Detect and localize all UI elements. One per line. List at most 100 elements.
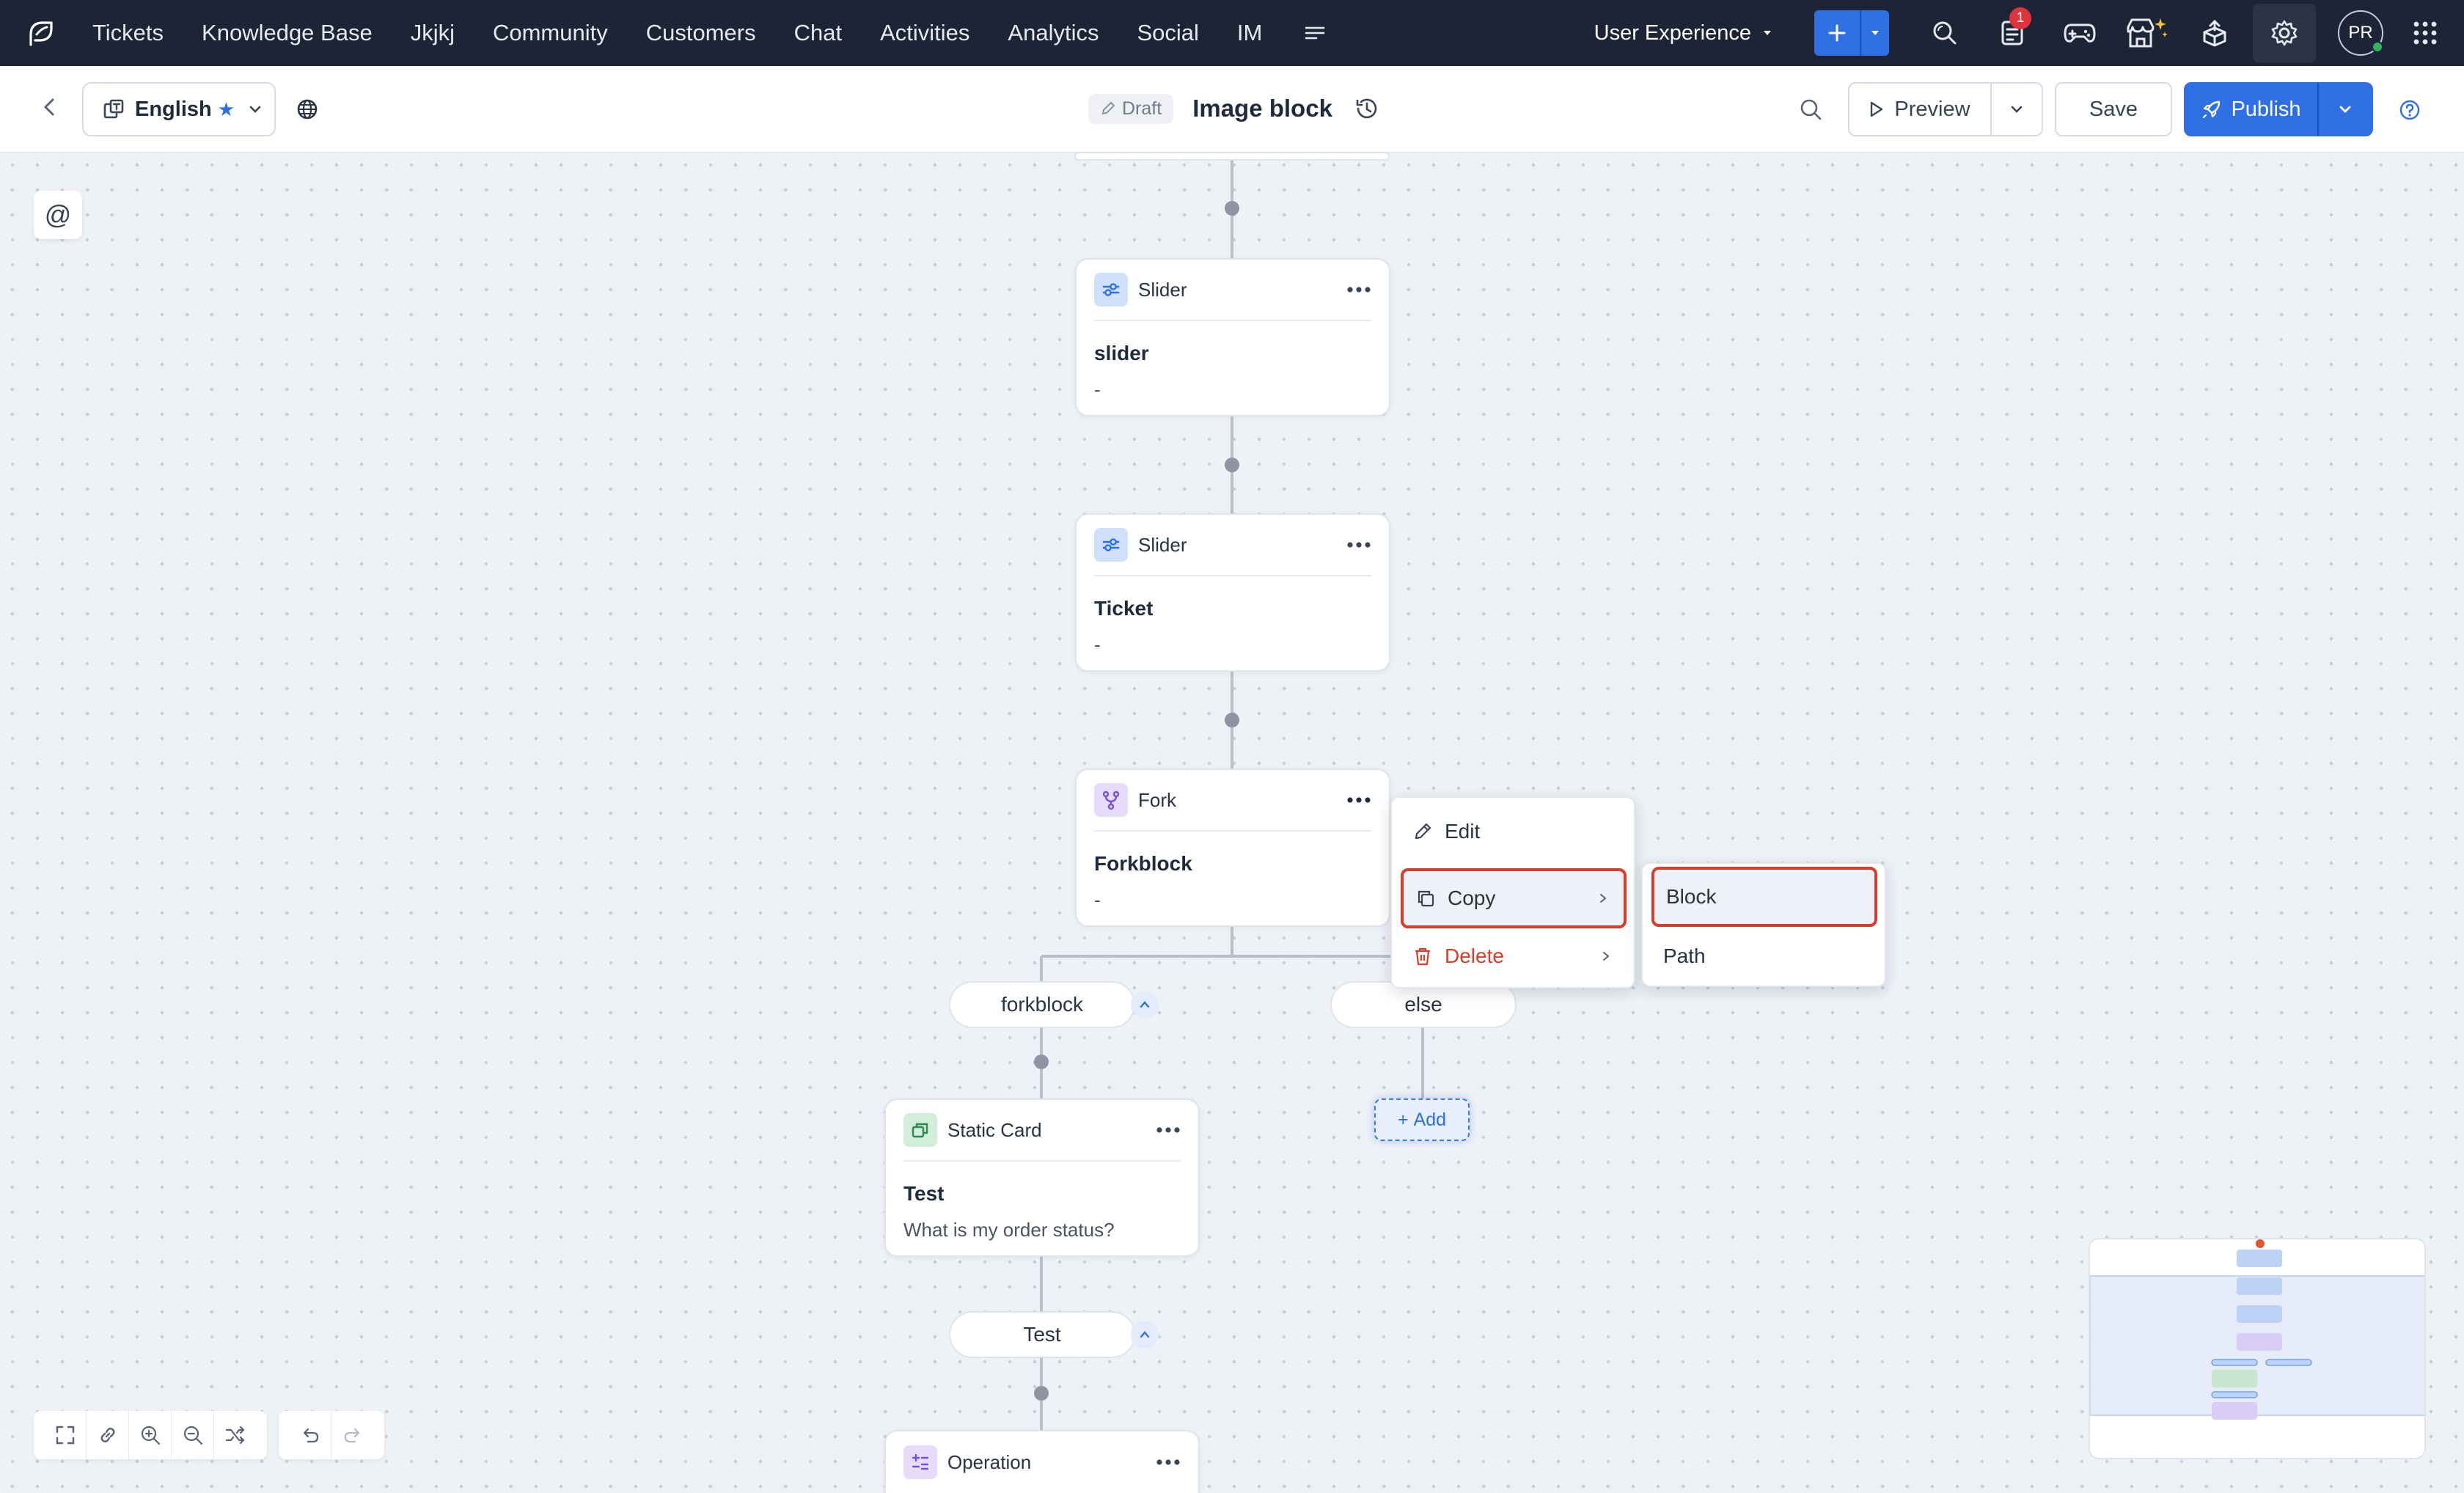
block-header: Operation (903, 1431, 1181, 1493)
flow-block-slider[interactable]: Slider Ticket - (1075, 513, 1390, 672)
block-subtitle: What is my order status? (903, 1219, 1115, 1241)
global-search-button[interactable] (1915, 0, 1974, 66)
search-icon[interactable] (1798, 97, 1823, 122)
nav-tab-chat[interactable]: Chat (794, 20, 842, 46)
menu-item-delete[interactable]: Delete (1401, 930, 1627, 983)
nav-tab-community[interactable]: Community (493, 20, 608, 46)
view-tools-group (34, 1411, 267, 1459)
nav-tab-social[interactable]: Social (1137, 20, 1198, 46)
more-options-icon[interactable] (1156, 1126, 1181, 1134)
redo-button[interactable] (331, 1411, 374, 1459)
expand-icon (56, 1426, 74, 1445)
menu-item-edit[interactable]: Edit (1401, 805, 1627, 858)
notification-badge: 1 (2009, 7, 2031, 29)
slider-icon (1094, 273, 1128, 307)
canvas-minimap[interactable] (2089, 1238, 2426, 1459)
user-avatar[interactable]: PR (2338, 10, 2383, 56)
page-title: Image block (1192, 95, 1332, 122)
block-name: slider (1094, 342, 1149, 364)
block-name: Ticket (1094, 597, 1154, 620)
app-grid-icon[interactable] (2413, 21, 2438, 45)
department-selector[interactable]: User Experience (1594, 21, 1773, 45)
nav-tab-jkjkj[interactable]: Jkjkj (411, 20, 455, 46)
chevron-down-icon (2011, 106, 2023, 113)
menu-item-label: Edit (1445, 820, 1481, 843)
nav-tab-im[interactable]: IM (1237, 20, 1262, 46)
zoom-in-button[interactable] (129, 1411, 172, 1459)
add-new-dropdown-button[interactable] (1860, 10, 1889, 56)
status-label: Draft (1122, 98, 1162, 119)
add-new-button[interactable] (1814, 10, 1860, 56)
publish-options-button[interactable] (2317, 82, 2373, 136)
flow-block-slider[interactable]: Slider slider - (1075, 258, 1390, 417)
minimap-preview (2090, 1239, 2424, 1420)
default-language-star-icon: ★ (217, 98, 235, 120)
publish-button[interactable]: Publish (2184, 82, 2319, 136)
more-tabs-icon[interactable] (1302, 20, 1328, 46)
settings-button[interactable] (2253, 4, 2316, 62)
help-icon[interactable] (2398, 98, 2421, 122)
menu-item-label: Block (1666, 885, 1717, 908)
block-header: Slider (1094, 515, 1371, 576)
package-upload-icon (2203, 19, 2226, 47)
nav-tab-knowledge-base[interactable]: Knowledge Base (202, 20, 373, 46)
globe-icon[interactable] (296, 98, 318, 120)
block-type-label: Fork (1138, 788, 1176, 811)
flow-block-fork[interactable]: Fork Forkblock - (1075, 768, 1390, 927)
block-type-label: Slider (1138, 278, 1187, 301)
link-icon (100, 1428, 114, 1442)
flow-block-operation[interactable]: Operation (884, 1430, 1200, 1493)
nav-tab-analytics[interactable]: Analytics (1008, 20, 1099, 46)
add-block-button[interactable]: + Add (1374, 1098, 1470, 1141)
collapse-branch-button[interactable] (1131, 1321, 1159, 1349)
more-options-icon[interactable] (1346, 286, 1371, 293)
apps-setup-button[interactable] (2185, 0, 2244, 66)
pencil-icon (1415, 823, 1431, 840)
submenu-item-path[interactable]: Path (1651, 930, 1877, 983)
more-options-icon[interactable] (1346, 541, 1371, 549)
block-name: Forkblock (1094, 852, 1192, 875)
preview-label: Preview (1894, 97, 1970, 121)
static-card-icon (903, 1113, 937, 1147)
rocket-icon (2203, 100, 2221, 119)
save-button[interactable]: Save (2055, 82, 2172, 136)
auto-arrange-button[interactable] (214, 1411, 257, 1459)
branch-path-test[interactable]: Test (949, 1311, 1135, 1358)
online-status-dot (2372, 41, 2383, 53)
more-options-icon[interactable] (1346, 796, 1371, 804)
flow-block-static-card[interactable]: Static Card Test What is my order status… (884, 1098, 1200, 1257)
history-tools-group (279, 1411, 384, 1459)
chevron-down-icon (249, 106, 261, 113)
zoom-out-button[interactable] (172, 1411, 214, 1459)
nav-tab-customers[interactable]: Customers (646, 20, 756, 46)
notifications-button[interactable]: 1 (1983, 0, 2042, 66)
back-arrow-icon[interactable] (38, 95, 62, 119)
link-button[interactable] (87, 1411, 129, 1459)
submenu-item-block[interactable]: Block (1651, 867, 1877, 927)
marketplace-button[interactable] (2118, 0, 2177, 66)
undo-button[interactable] (289, 1411, 331, 1459)
more-options-icon[interactable] (1156, 1459, 1181, 1466)
gamification-button[interactable] (2050, 0, 2109, 66)
nav-tabs: Tickets Knowledge Base Jkjkj Community C… (92, 20, 1328, 46)
preview-button[interactable]: Preview (1848, 82, 1992, 136)
nav-tab-activities[interactable]: Activities (880, 20, 969, 46)
play-icon (1871, 101, 1883, 117)
history-icon[interactable] (1354, 96, 1379, 121)
chevron-right-icon (1600, 894, 1607, 903)
nav-tab-tickets[interactable]: Tickets (92, 20, 164, 46)
block-subtitle: - (1094, 634, 1101, 656)
fit-to-screen-button[interactable] (44, 1411, 87, 1459)
slider-icon (1094, 528, 1128, 562)
collapse-branch-button[interactable] (1131, 991, 1159, 1019)
preview-options-button[interactable] (1990, 82, 2043, 136)
menu-item-copy[interactable]: Copy (1401, 868, 1627, 928)
block-type-label: Operation (947, 1450, 1032, 1473)
language-selector[interactable]: English ★ (82, 82, 276, 136)
search-icon (1933, 21, 1957, 45)
branch-path-forkblock[interactable]: forkblock (949, 981, 1135, 1028)
block-subtitle: - (1094, 378, 1101, 400)
menu-item-label: Delete (1445, 944, 1504, 967)
status-badge: Draft (1088, 93, 1174, 124)
app-logo-icon[interactable] (26, 18, 56, 48)
